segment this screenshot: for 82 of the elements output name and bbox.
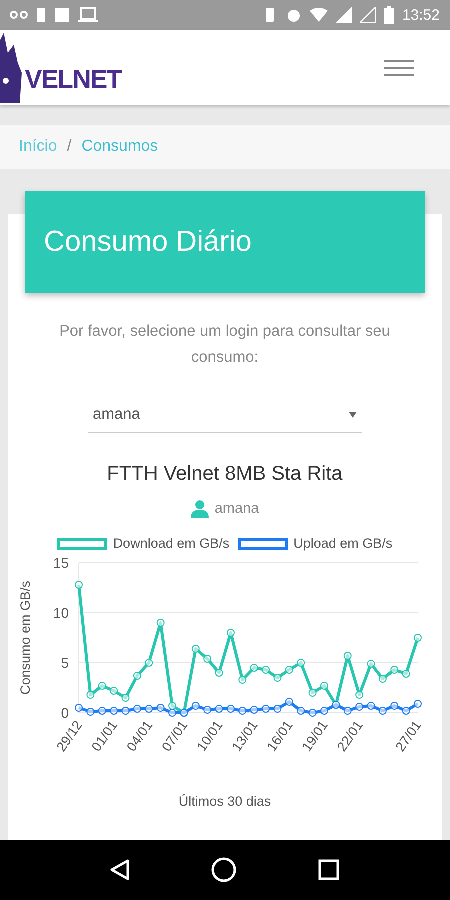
point	[274, 705, 282, 713]
point	[378, 707, 387, 715]
point	[367, 660, 376, 668]
axis-tick-label: 15	[53, 555, 69, 571]
point	[168, 709, 177, 717]
point	[145, 659, 154, 667]
point	[344, 707, 352, 715]
caret-icon	[349, 412, 357, 418]
point	[356, 703, 364, 711]
point	[145, 705, 154, 713]
point	[133, 705, 142, 713]
wifi-icon	[310, 8, 328, 22]
user-icon	[190, 500, 209, 518]
back-icon	[110, 859, 130, 881]
point	[262, 666, 270, 674]
laptop-icon	[78, 7, 98, 23]
point	[250, 664, 258, 672]
point	[75, 581, 83, 589]
battery-icon	[384, 6, 394, 24]
point	[215, 669, 224, 677]
point	[402, 670, 410, 678]
point	[390, 702, 399, 710]
point	[262, 705, 270, 713]
point	[308, 709, 317, 717]
point	[297, 659, 306, 667]
point	[308, 689, 317, 697]
point	[75, 704, 83, 712]
signal-icon	[336, 7, 352, 23]
voicemail-icon	[10, 10, 28, 20]
point	[204, 655, 212, 663]
user-name: amana	[214, 501, 260, 517]
clock: 13:52	[402, 6, 440, 24]
point	[414, 634, 422, 642]
point	[215, 705, 224, 713]
point	[156, 704, 165, 712]
point	[367, 702, 376, 710]
point	[98, 682, 106, 690]
point	[192, 645, 200, 653]
prompt-text: Por favor, selecione um login para consultar seu consumo:	[58, 322, 392, 368]
axis-tick-label: 5	[61, 655, 69, 671]
point	[320, 707, 328, 715]
point	[86, 708, 95, 716]
point	[378, 675, 387, 683]
point	[98, 707, 106, 715]
point	[238, 676, 247, 684]
axis-tick-label: 10	[53, 605, 69, 621]
plan-title: FTTH Velnet 8MB Sta Rita	[107, 463, 343, 486]
point	[285, 698, 294, 706]
point	[133, 672, 142, 680]
menu-icon	[384, 58, 414, 76]
separator: /	[67, 138, 72, 156]
point	[226, 705, 235, 713]
card-title: Consumo Diário	[25, 191, 425, 293]
point	[285, 666, 294, 674]
point	[274, 674, 282, 682]
legend-label: Upload em GB/s	[294, 536, 393, 551]
point	[192, 702, 200, 710]
legend-label: Download em GB/s	[113, 536, 230, 551]
point	[204, 706, 212, 714]
point	[168, 702, 177, 710]
point	[402, 707, 410, 715]
point	[110, 687, 118, 695]
signal-icon	[360, 7, 376, 23]
point	[156, 619, 165, 627]
point	[238, 707, 247, 715]
point	[356, 691, 364, 699]
axis-title: Consumo em GB/s	[18, 580, 33, 696]
point	[110, 707, 118, 715]
point	[320, 682, 328, 690]
axis-title: Últimos 30 dias	[178, 794, 272, 809]
point	[122, 707, 130, 715]
point	[226, 629, 235, 637]
axis-tick-label: 0	[61, 705, 69, 721]
point	[122, 694, 130, 702]
point	[344, 652, 352, 660]
recents-icon	[318, 859, 340, 881]
point	[390, 666, 399, 674]
point	[250, 706, 258, 714]
point	[86, 691, 95, 699]
point	[297, 707, 306, 715]
point	[414, 700, 422, 708]
home-icon	[210, 857, 237, 883]
